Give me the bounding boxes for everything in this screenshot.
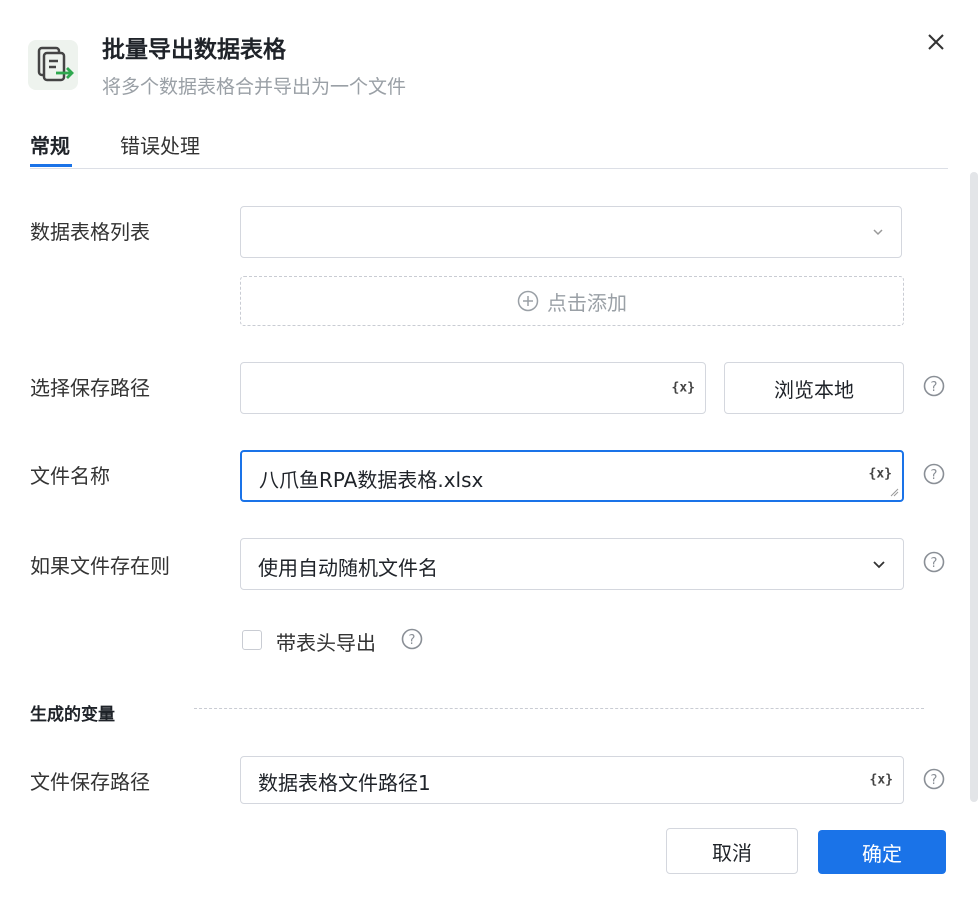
browse-local-button[interactable]: 浏览本地: [724, 362, 904, 414]
tab-divider: [30, 168, 948, 169]
with-header-checkbox[interactable]: [242, 630, 262, 650]
chevron-down-icon: [873, 229, 883, 236]
if-exists-value: 使用自动随机文件名: [258, 556, 438, 580]
scrollbar[interactable]: [970, 172, 978, 802]
close-icon: [928, 34, 944, 50]
svg-text:?: ?: [409, 633, 416, 648]
save-path-label: 选择保存路径: [30, 376, 150, 400]
variable-insert-button[interactable]: {x}: [869, 467, 892, 482]
if-exists-label: 如果文件存在则: [30, 554, 170, 578]
file-save-path-label: 文件保存路径: [30, 770, 150, 794]
svg-text:?: ?: [931, 556, 938, 571]
add-table-button[interactable]: 点击添加: [240, 276, 904, 326]
help-icon[interactable]: ?: [923, 768, 945, 790]
file-name-label: 文件名称: [30, 464, 110, 488]
add-table-label: 点击添加: [547, 290, 627, 315]
cancel-button[interactable]: 取消: [666, 828, 798, 874]
tab-general[interactable]: 常规: [30, 130, 70, 159]
with-header-label: 带表头导出: [276, 631, 376, 655]
plus-circle-icon: [517, 290, 539, 312]
app-icon: [28, 40, 78, 90]
file-name-input[interactable]: 八爪鱼RPA数据表格.xlsx {x}: [240, 450, 904, 502]
tab-error-handling[interactable]: 错误处理: [120, 130, 200, 159]
help-icon[interactable]: ?: [923, 375, 945, 397]
close-button[interactable]: [922, 28, 950, 56]
save-path-input[interactable]: {x}: [240, 362, 706, 414]
help-icon[interactable]: ?: [923, 463, 945, 485]
section-divider: [194, 708, 924, 709]
table-list-label: 数据表格列表: [30, 220, 150, 244]
chevron-down-icon: [873, 561, 885, 569]
dialog-subtitle: 将多个数据表格合并导出为一个文件: [102, 76, 407, 98]
export-table-icon: [37, 46, 74, 82]
svg-text:?: ?: [931, 468, 938, 483]
table-list-select[interactable]: [240, 206, 902, 258]
help-icon[interactable]: ?: [401, 628, 423, 650]
dialog-title: 批量导出数据表格: [102, 37, 286, 63]
file-save-path-value: 数据表格文件路径1: [258, 771, 431, 795]
active-tab-indicator: [30, 164, 72, 167]
file-save-path-variable-input[interactable]: 数据表格文件路径1 {x}: [240, 756, 904, 804]
variable-insert-button[interactable]: {x}: [672, 381, 695, 396]
svg-text:?: ?: [931, 773, 938, 788]
svg-text:?: ?: [931, 380, 938, 395]
generated-variables-heading: 生成的变量: [30, 705, 115, 725]
resize-handle-icon[interactable]: [889, 487, 899, 497]
variable-insert-button[interactable]: {x}: [870, 773, 893, 788]
help-icon[interactable]: ?: [923, 551, 945, 573]
confirm-button[interactable]: 确定: [818, 830, 946, 874]
file-name-value: 八爪鱼RPA数据表格.xlsx: [259, 468, 484, 492]
if-exists-select[interactable]: 使用自动随机文件名: [240, 538, 904, 590]
